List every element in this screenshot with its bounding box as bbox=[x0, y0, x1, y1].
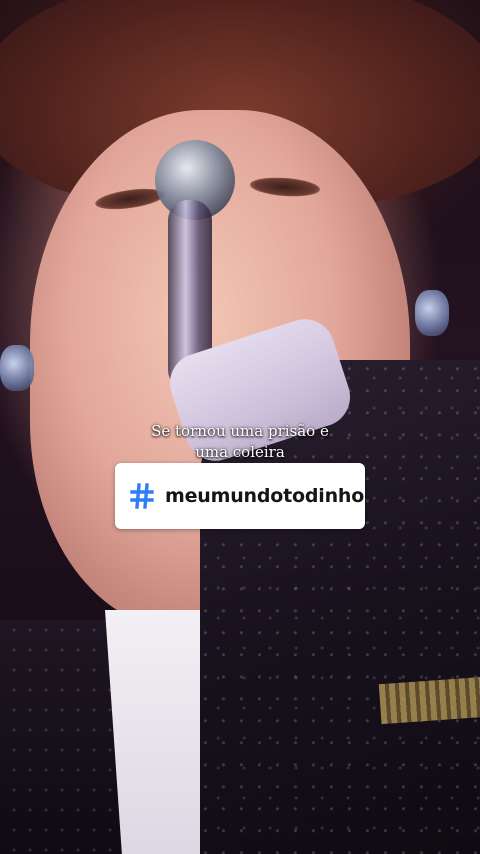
caption-line-2: uma coleira bbox=[195, 443, 285, 461]
left-earpiece bbox=[0, 345, 34, 391]
hashtag-sticker[interactable]: meumundotodinho bbox=[115, 463, 365, 529]
caption-line-1: Se tornou uma prisão e bbox=[151, 422, 329, 440]
lyric-caption: Se tornou uma prisão e uma coleira bbox=[0, 421, 480, 463]
hashtag-icon bbox=[129, 481, 155, 511]
gold-trim bbox=[378, 675, 480, 725]
hashtag-label: meumundotodinho bbox=[165, 485, 365, 507]
video-frame[interactable]: Se tornou uma prisão e uma coleira meumu… bbox=[0, 0, 480, 854]
right-earpiece bbox=[415, 290, 449, 336]
